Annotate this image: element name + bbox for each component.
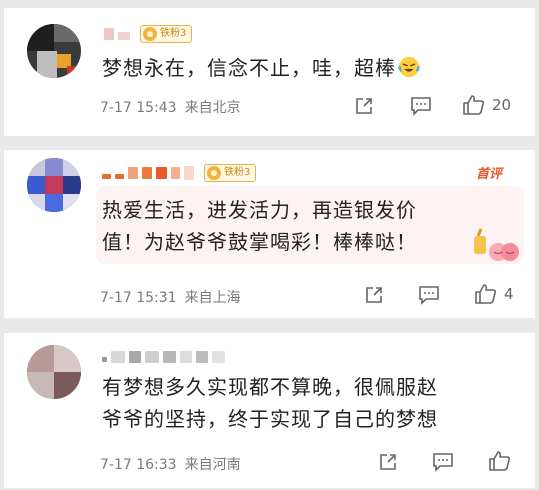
share-button[interactable] xyxy=(354,96,374,116)
avatar[interactable] xyxy=(27,345,81,399)
comment-card: 有梦想多久实现都不算晚，很佩服赵 爷爷的坚持，终于实现了自己的梦想 7-17 1… xyxy=(4,333,535,488)
fan-badge: 铁粉3 xyxy=(140,25,193,43)
thumbs-up-icon xyxy=(489,451,511,471)
comment-meta: 7-17 15:43 来自北京 xyxy=(100,97,249,117)
location: 来自上海 xyxy=(184,290,241,306)
comment-meta: 7-17 15:31 来自上海 xyxy=(100,287,249,307)
comment-button[interactable] xyxy=(432,452,454,472)
laughing-crying-emoji xyxy=(398,56,420,78)
thumbs-up-icon xyxy=(463,95,485,115)
like-button[interactable] xyxy=(488,450,512,472)
comment-icon xyxy=(411,97,431,116)
location: 来自北京 xyxy=(184,100,241,116)
username[interactable] xyxy=(102,351,229,363)
comment-button[interactable] xyxy=(410,96,432,116)
comment-text: 有梦想多久实现都不算晚，很佩服赵 爷爷的坚持，终于实现了自己的梦想 xyxy=(102,375,438,431)
username[interactable]: 铁粉3 xyxy=(102,164,257,182)
avatar[interactable] xyxy=(27,24,81,78)
comment-icon xyxy=(419,286,439,305)
thumbs-up-icon xyxy=(475,284,497,304)
like-count: 20 xyxy=(492,96,512,114)
comment-card: 铁粉3 梦想永在，信念不止，哇，超棒 7-17 15:43 来自北京 20 xyxy=(4,8,535,136)
fan-badge-icon xyxy=(143,27,157,41)
username[interactable]: 铁粉3 xyxy=(104,25,193,43)
comment-button[interactable] xyxy=(418,285,440,305)
comment-text: 梦想永在，信念不止，哇，超棒 xyxy=(102,52,420,84)
timestamp: 7-17 15:31 xyxy=(100,290,177,306)
comment-meta: 7-17 16:33 来自河南 xyxy=(100,454,249,474)
first-comment-tag: 首评 xyxy=(476,167,503,182)
timestamp: 7-17 16:33 xyxy=(100,457,177,473)
comment-icon xyxy=(433,453,453,472)
share-icon xyxy=(380,454,396,470)
share-button[interactable] xyxy=(378,452,398,472)
fan-badge-icon xyxy=(207,166,221,180)
share-icon xyxy=(356,98,372,114)
like-button[interactable]: 4 xyxy=(474,283,514,305)
avatar[interactable] xyxy=(27,158,81,212)
like-button[interactable]: 20 xyxy=(462,94,511,116)
like-count: 4 xyxy=(504,285,514,303)
fan-badge: 铁粉3 xyxy=(204,164,257,182)
share-icon xyxy=(366,287,382,303)
thumbs-up-sticker xyxy=(474,228,519,261)
comment-card: 铁粉3 首评 热爱生活，进发活力，再造银发价 值！为赵爷爷鼓掌喝彩！棒棒哒！ 7… xyxy=(4,150,535,318)
location: 来自河南 xyxy=(184,457,241,473)
timestamp: 7-17 15:43 xyxy=(100,100,177,116)
comment-text: 热爱生活，进发活力，再造银发价 值！为赵爷爷鼓掌喝彩！棒棒哒！ xyxy=(102,198,417,254)
share-button[interactable] xyxy=(364,285,384,305)
